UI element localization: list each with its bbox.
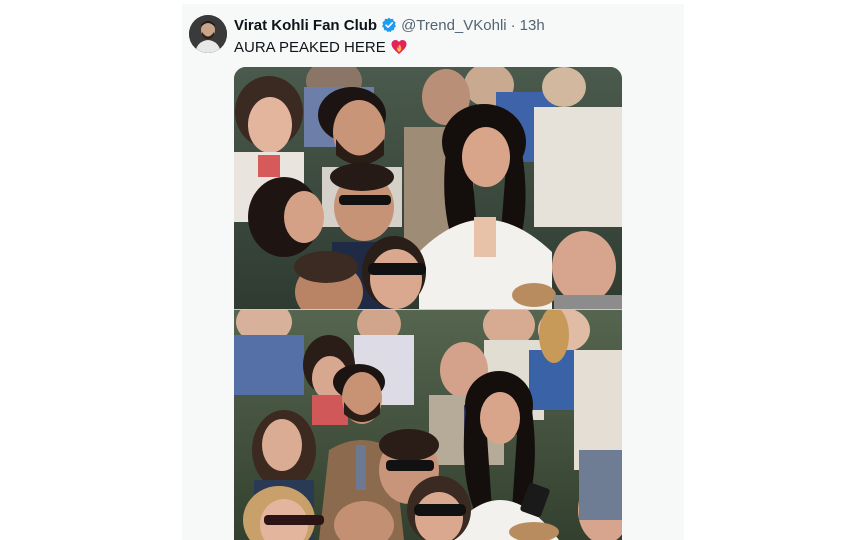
tweet-text: AURA PEAKED HERE [234, 37, 407, 57]
heart-on-fire-emoji-icon [391, 39, 407, 55]
tweet-header: Virat Kohli Fan Club @Trend_VKohli · 13h [234, 14, 545, 36]
display-name[interactable]: Virat Kohli Fan Club [234, 17, 377, 34]
tweet-media[interactable] [234, 67, 622, 540]
verified-badge-icon [381, 17, 397, 33]
timestamp[interactable]: 13h [520, 17, 545, 34]
avatar[interactable] [189, 15, 227, 53]
photo-top[interactable] [234, 67, 622, 309]
photo-bottom[interactable] [234, 310, 622, 540]
user-handle[interactable]: @Trend_VKohli [401, 17, 507, 34]
separator-dot: · [510, 16, 516, 34]
tweet-text-content: AURA PEAKED HERE [234, 38, 386, 56]
